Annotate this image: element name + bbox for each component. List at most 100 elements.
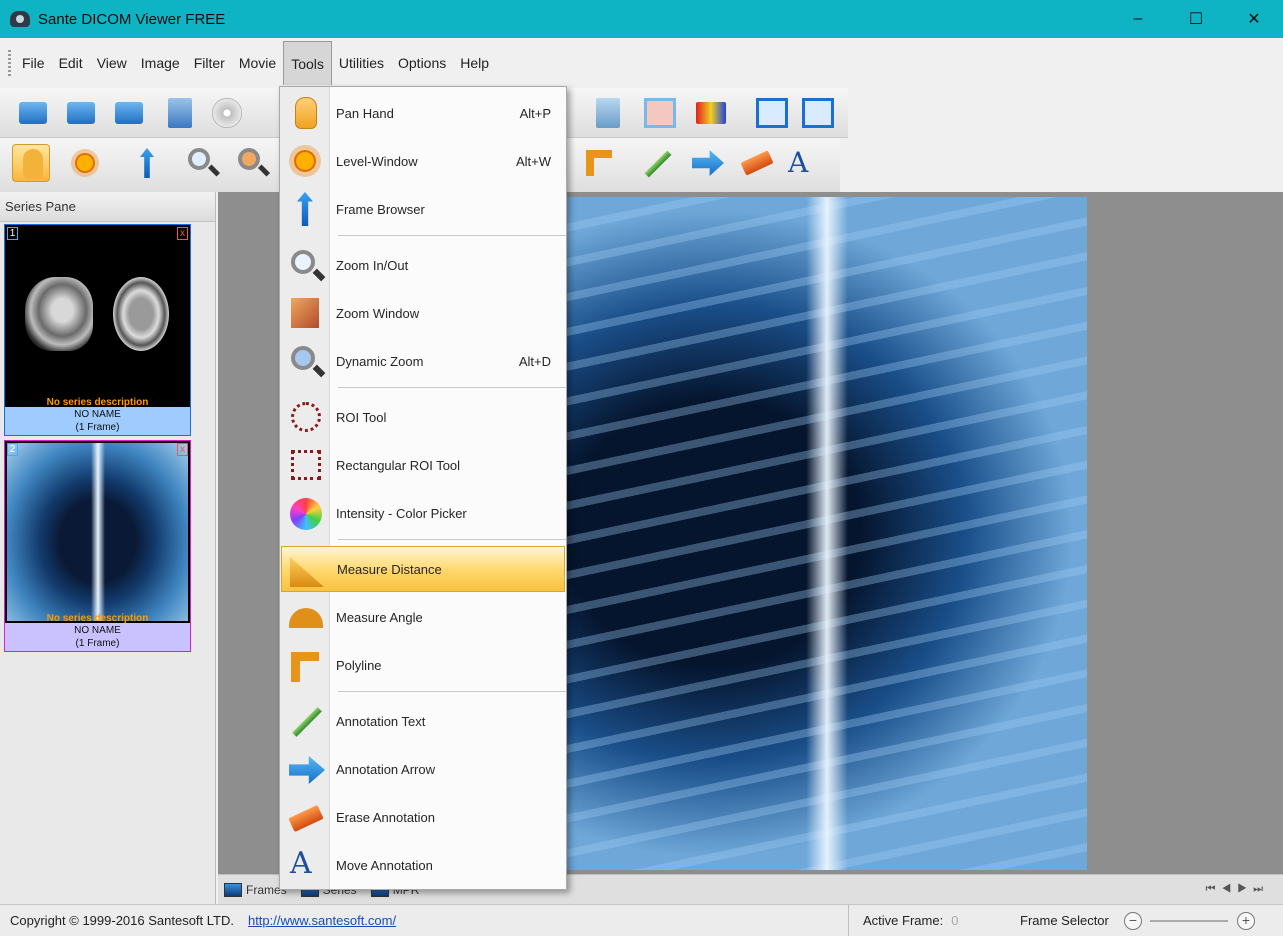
color-lut-button[interactable] bbox=[690, 94, 728, 132]
protractor-shape bbox=[289, 608, 323, 628]
close-button[interactable]: ✕ bbox=[1225, 0, 1283, 38]
window-title: Sante DICOM Viewer FREE bbox=[38, 10, 226, 28]
menu-options[interactable]: Options bbox=[391, 41, 453, 85]
fit-window-icon bbox=[756, 98, 788, 128]
menu-item-level-window[interactable]: Level-Window Alt+W bbox=[281, 138, 565, 184]
series-caption: NO NAME (1 Frame) bbox=[5, 407, 190, 435]
series-index: 1 bbox=[7, 227, 18, 240]
zoom-out-button[interactable]: − bbox=[1124, 912, 1142, 930]
annotation-text-icon bbox=[285, 702, 325, 740]
erase-annotation-tool-button[interactable] bbox=[736, 144, 774, 182]
series-thumbnail[interactable]: 2 x No series description NO NAME (1 Fra… bbox=[4, 440, 191, 652]
menu-item-label: Intensity - Color Picker bbox=[336, 505, 467, 521]
maximize-button[interactable]: ☐ bbox=[1167, 0, 1225, 38]
menu-item-move-annotation[interactable]: A Move Annotation bbox=[281, 842, 565, 888]
frame-browser-icon bbox=[140, 148, 154, 178]
move-annotation-tool-button[interactable]: A bbox=[784, 144, 822, 182]
stack-icon bbox=[596, 98, 620, 128]
frame-browser-tool-button[interactable] bbox=[128, 144, 166, 182]
menu-filter[interactable]: Filter bbox=[187, 41, 232, 85]
menu-separator bbox=[338, 691, 566, 692]
menu-tools[interactable]: Tools bbox=[283, 41, 332, 85]
menu-movie[interactable]: Movie bbox=[232, 41, 283, 85]
menu-item-label: Erase Annotation bbox=[336, 809, 436, 825]
menu-item-zoom[interactable]: Zoom In/Out bbox=[281, 242, 565, 288]
level-window-icon bbox=[75, 153, 95, 173]
menu-file[interactable]: File bbox=[15, 41, 52, 85]
frame-count: (1 Frame) bbox=[75, 638, 120, 649]
cd-button[interactable] bbox=[206, 94, 244, 132]
menu-edit[interactable]: Edit bbox=[52, 41, 90, 85]
menu-item-color-picker[interactable]: Intensity - Color Picker bbox=[281, 490, 565, 536]
tools-menu: Pan Hand Alt+P Level-Window Alt+W Frame … bbox=[279, 86, 567, 890]
menu-item-polyline[interactable]: Polyline bbox=[281, 642, 565, 688]
level-window-tool-button[interactable] bbox=[66, 144, 104, 182]
menu-item-annotation-text[interactable]: Annotation Text bbox=[281, 698, 565, 744]
frame-selector-label: Frame Selector bbox=[1020, 913, 1109, 928]
minimize-button[interactable]: – bbox=[1109, 0, 1167, 38]
pan-hand-tool-button[interactable] bbox=[12, 144, 50, 182]
rect-roi-icon bbox=[285, 446, 325, 484]
fit-all-button[interactable] bbox=[798, 94, 836, 132]
frame-nav-arrows[interactable]: ⏮◀▶⏭ bbox=[1206, 883, 1269, 896]
menu-item-rect-roi[interactable]: Rectangular ROI Tool bbox=[281, 442, 565, 488]
website-link[interactable]: http://www.santesoft.com/ bbox=[248, 913, 396, 928]
menu-item-erase-annotation[interactable]: Erase Annotation bbox=[281, 794, 565, 840]
zoom-icon bbox=[188, 148, 210, 170]
zoom-tool-button[interactable] bbox=[182, 144, 220, 182]
roi-circle-shape bbox=[291, 402, 321, 432]
menu-item-annotation-arrow[interactable]: Annotation Arrow bbox=[281, 746, 565, 792]
menu-item-zoom-window[interactable]: Zoom Window bbox=[281, 290, 565, 336]
roi-icon bbox=[285, 398, 325, 436]
frame-selector-slider[interactable] bbox=[1150, 920, 1228, 922]
magnifier-shape bbox=[291, 346, 315, 370]
zoom-window-shape bbox=[291, 298, 319, 328]
zoom-window-icon bbox=[285, 294, 325, 332]
open-file-button[interactable] bbox=[14, 94, 52, 132]
menu-item-measure-angle[interactable]: Measure Angle bbox=[281, 594, 565, 640]
menu-item-label: Annotation Arrow bbox=[336, 761, 436, 777]
menu-item-label: Dynamic Zoom bbox=[336, 353, 424, 369]
menu-item-measure-distance[interactable]: Measure Distance bbox=[281, 546, 565, 592]
arrow-shape bbox=[289, 756, 325, 784]
patient-name: NO NAME bbox=[74, 625, 121, 636]
color-picker-icon bbox=[285, 494, 325, 532]
menu-separator bbox=[338, 387, 566, 388]
zoom-in-button[interactable]: + bbox=[1237, 912, 1255, 930]
polyline-tool-button[interactable] bbox=[580, 144, 618, 182]
dynamic-zoom-icon bbox=[285, 342, 325, 380]
tab-frames[interactable]: Frames bbox=[224, 882, 287, 897]
menu-item-dynamic-zoom[interactable]: Dynamic Zoom Alt+D bbox=[281, 338, 565, 384]
menu-view[interactable]: View bbox=[90, 41, 134, 85]
mri-sagittal-image bbox=[25, 277, 93, 351]
menu-item-roi[interactable]: ROI Tool bbox=[281, 394, 565, 440]
menu-item-label: Rectangular ROI Tool bbox=[336, 457, 461, 473]
close-series-button[interactable]: x bbox=[177, 443, 188, 456]
ruler-triangle-shape bbox=[290, 557, 324, 587]
annotation-arrow-tool-button[interactable] bbox=[688, 144, 726, 182]
crosshair-button[interactable] bbox=[640, 94, 678, 132]
menu-item-pan-hand[interactable]: Pan Hand Alt+P bbox=[281, 90, 565, 136]
color-lut-icon bbox=[696, 102, 726, 124]
chest-xray-image[interactable] bbox=[567, 197, 1087, 870]
open-multiple-button[interactable] bbox=[110, 94, 148, 132]
menu-item-frame-browser[interactable]: Frame Browser bbox=[281, 186, 565, 232]
series-caption: NO NAME (1 Frame) bbox=[5, 623, 190, 651]
open-file-icon bbox=[19, 102, 47, 124]
menu-help[interactable]: Help bbox=[453, 41, 496, 85]
database-button[interactable] bbox=[160, 94, 198, 132]
series-thumbnail[interactable]: 1 x No series description NO NAME (1 Fra… bbox=[4, 224, 191, 436]
menu-item-label: Move Annotation bbox=[336, 857, 433, 873]
open-folder-button[interactable] bbox=[62, 94, 100, 132]
text-a-shape: A bbox=[290, 846, 312, 881]
fit-window-button[interactable] bbox=[752, 94, 790, 132]
title-bar: Sante DICOM Viewer FREE – ☐ ✕ bbox=[0, 0, 1283, 38]
eraser-icon bbox=[740, 150, 774, 176]
mpr-button[interactable] bbox=[588, 94, 626, 132]
annotation-text-tool-button[interactable] bbox=[636, 144, 674, 182]
menu-utilities[interactable]: Utilities bbox=[332, 41, 391, 85]
menu-image[interactable]: Image bbox=[134, 41, 187, 85]
menu-grip[interactable] bbox=[8, 50, 11, 76]
close-series-button[interactable]: x bbox=[177, 227, 188, 240]
zoom-window-tool-button[interactable] bbox=[232, 144, 270, 182]
